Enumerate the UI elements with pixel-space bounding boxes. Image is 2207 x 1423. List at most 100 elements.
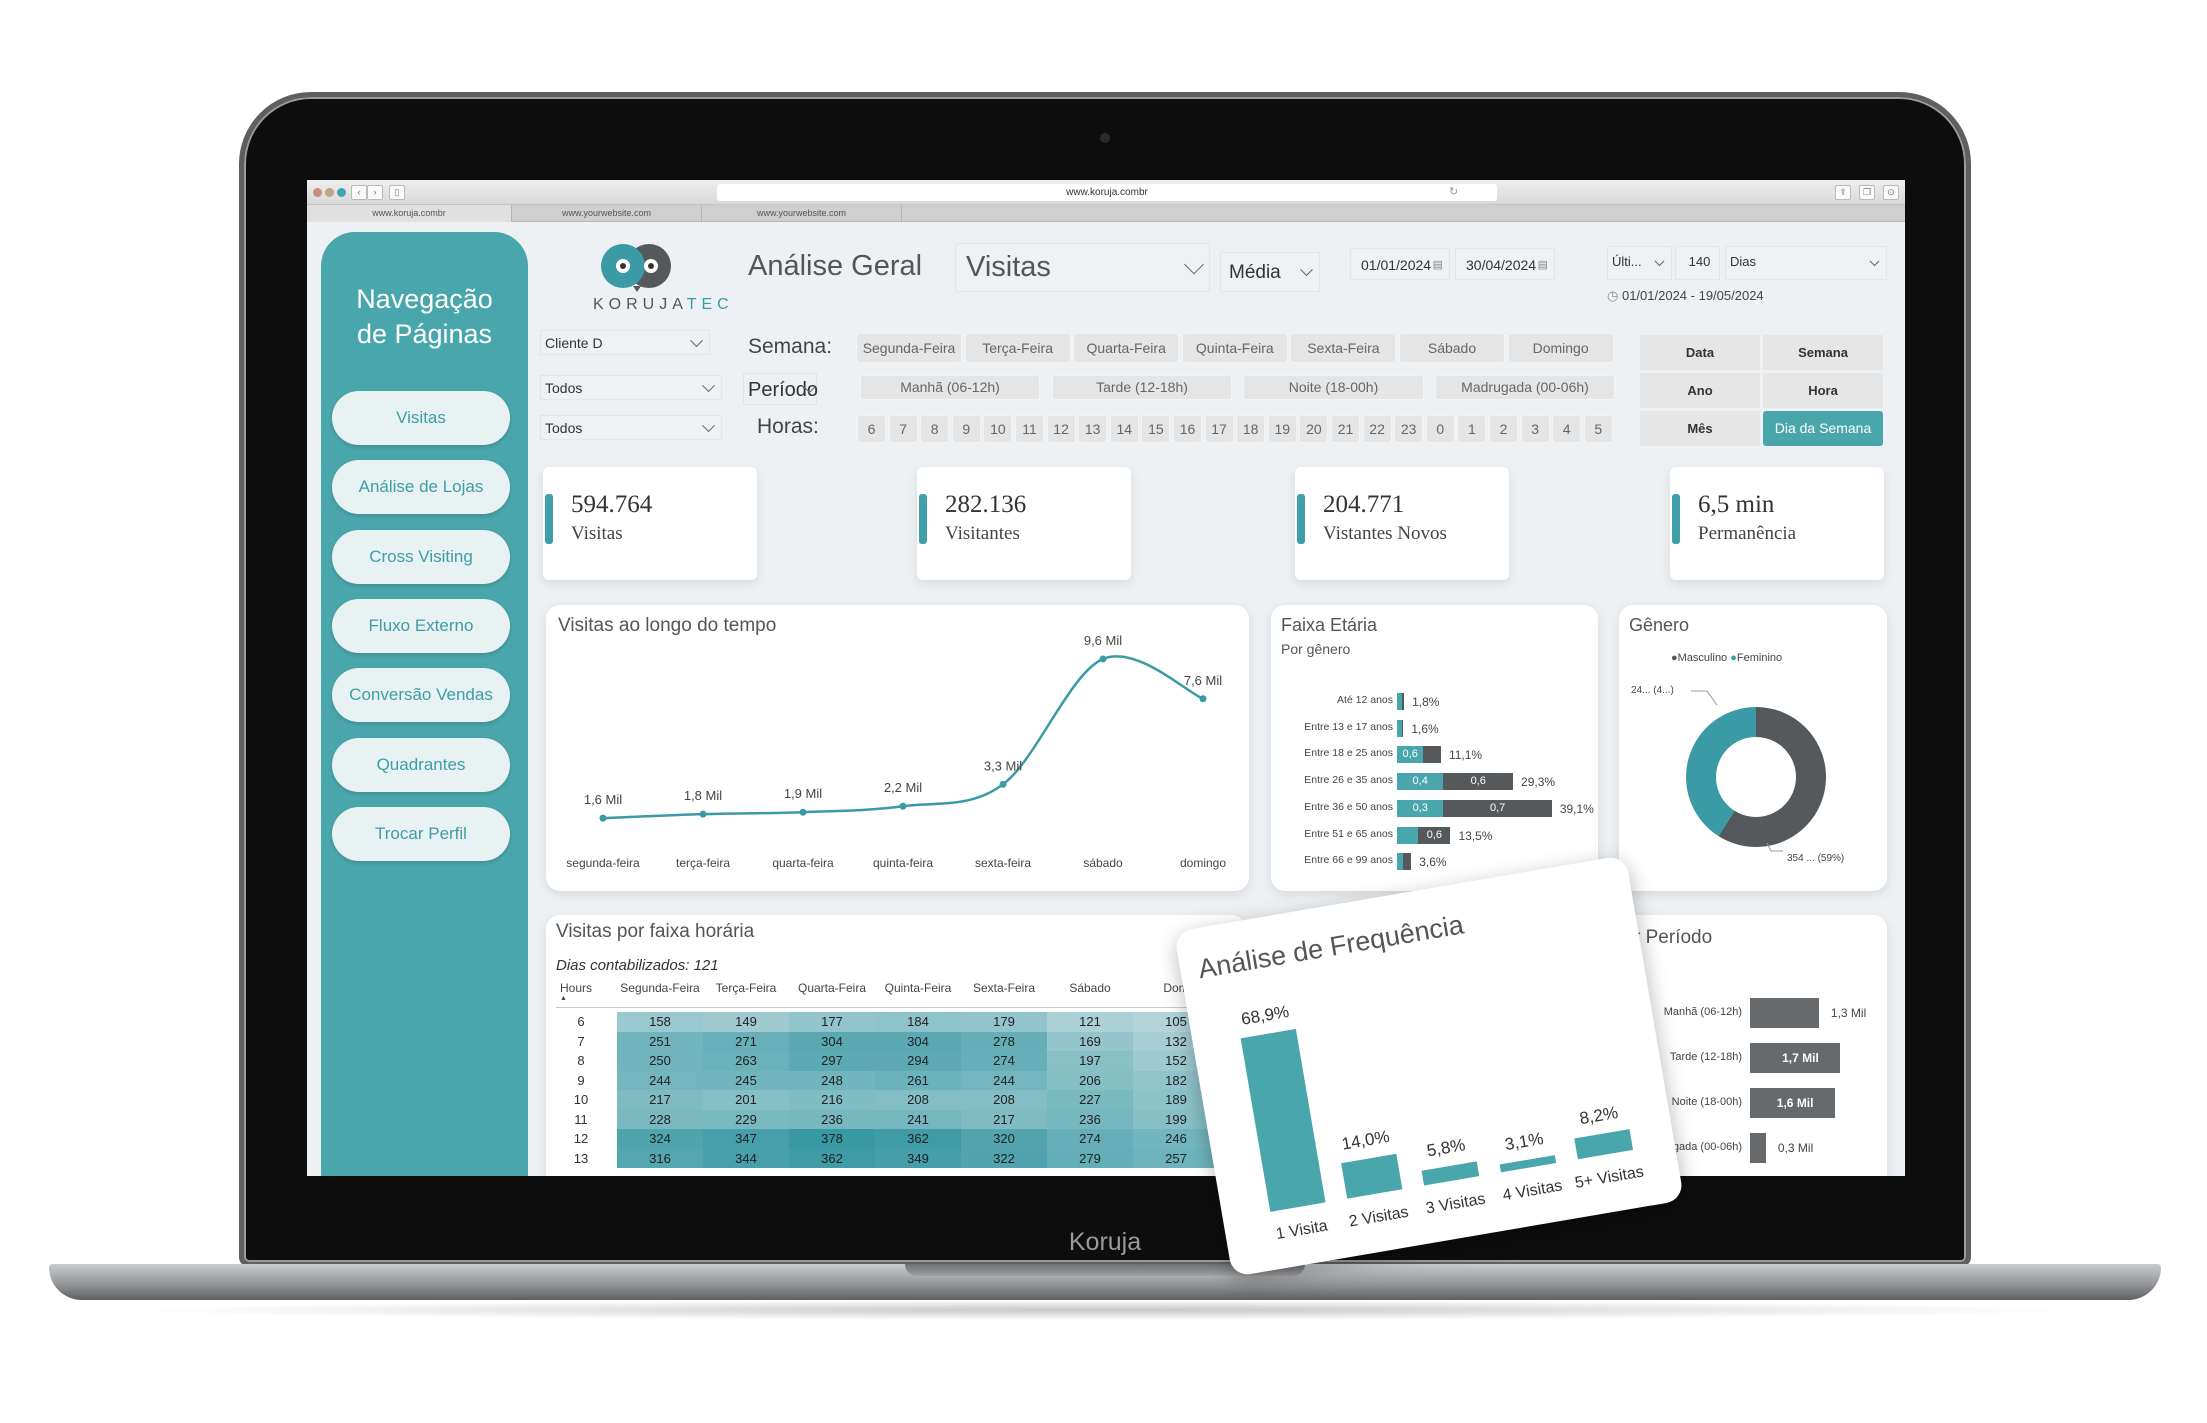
bar[interactable] <box>1240 1029 1326 1212</box>
heatmap-cell[interactable]: 228 <box>617 1109 703 1129</box>
maximize-window-icon[interactable] <box>337 188 346 197</box>
heatmap-cell[interactable]: 248 <box>789 1070 875 1090</box>
hour-filter-button[interactable]: 7 <box>888 415 918 443</box>
client-dropdown[interactable]: Cliente D <box>540 330 710 355</box>
granularity-button[interactable]: Semana <box>1763 335 1883 370</box>
column-header[interactable]: Sexta-Feira <box>961 981 1047 995</box>
heatmap-cell[interactable]: 236 <box>789 1109 875 1129</box>
heatmap-cell[interactable]: 121 <box>1047 1012 1133 1032</box>
forward-icon[interactable]: › <box>367 185 383 200</box>
heatmap-cell[interactable]: 279 <box>1047 1148 1133 1168</box>
relative-count-input[interactable]: 140 <box>1675 246 1720 280</box>
period-filter-button[interactable]: Noite (18-00h) <box>1243 375 1424 400</box>
bar-masculino[interactable]: 0,6 <box>1418 826 1451 844</box>
heatmap-cell[interactable]: 344 <box>703 1148 789 1168</box>
sidebar-item-fluxo-externo[interactable]: Fluxo Externo <box>332 598 510 653</box>
hour-filter-button[interactable]: 10 <box>983 415 1013 443</box>
end-date-input[interactable]: 30/04/2024 ▤ <box>1455 248 1555 280</box>
period-filter-button[interactable]: Madrugada (00-06h) <box>1435 375 1615 400</box>
calendar-icon[interactable]: ▤ <box>1538 249 1548 281</box>
tab[interactable]: www.yourwebsite.com <box>512 205 702 222</box>
heatmap-cell[interactable]: 197 <box>1047 1051 1133 1071</box>
data-point[interactable] <box>1199 695 1207 703</box>
hour-filter-button[interactable]: 5 <box>1583 415 1613 443</box>
heatmap-cell[interactable]: 261 <box>875 1070 961 1090</box>
heatmap-cell[interactable]: 179 <box>961 1012 1047 1032</box>
heatmap-cell[interactable]: 278 <box>961 1031 1047 1051</box>
bar-feminino[interactable]: 0,4 <box>1397 773 1444 791</box>
relative-unit-dropdown[interactable]: Dias <box>1725 246 1887 280</box>
hour-filter-button[interactable]: 15 <box>1141 415 1171 443</box>
hour-filter-button[interactable]: 23 <box>1394 415 1424 443</box>
granularity-button[interactable]: Hora <box>1763 373 1883 408</box>
periodo-dropdown[interactable]: Período <box>743 373 818 405</box>
heatmap-cell[interactable]: 208 <box>875 1090 961 1110</box>
bar-feminino[interactable]: 0,6 <box>1397 746 1424 764</box>
granularity-button[interactable]: Data <box>1640 335 1760 370</box>
heatmap-cell[interactable]: 263 <box>703 1051 789 1071</box>
hour-filter-button[interactable]: 9 <box>951 415 981 443</box>
heatmap-cell[interactable]: 257 <box>1133 1148 1219 1168</box>
data-point[interactable] <box>899 802 907 810</box>
heatmap-cell[interactable]: 324 <box>617 1129 703 1149</box>
hour-filter-button[interactable]: 16 <box>1173 415 1202 443</box>
heatmap-cell[interactable]: 208 <box>961 1090 1047 1110</box>
address-bar[interactable]: www.koruja.combr <box>717 184 1497 201</box>
granularity-button[interactable]: Dia da Semana <box>1763 411 1883 446</box>
heatmap-cell[interactable]: 320 <box>961 1129 1047 1149</box>
heatmap-cell[interactable]: 169 <box>1047 1031 1133 1051</box>
heatmap-cell[interactable]: 347 <box>703 1129 789 1149</box>
heatmap-cell[interactable]: 316 <box>617 1148 703 1168</box>
sidebar-item-cross-visiting[interactable]: Cross Visiting <box>332 529 510 584</box>
heatmap-cell[interactable]: 206 <box>1047 1070 1133 1090</box>
tab[interactable]: www.yourwebsite.com <box>702 205 902 222</box>
bar-feminino[interactable]: 0,3 <box>1397 799 1444 817</box>
bar-masculino[interactable]: 0,7 <box>1443 799 1552 817</box>
hour-filter-button[interactable]: 4 <box>1552 415 1582 443</box>
period-filter-button[interactable]: Manhã (06-12h) <box>860 375 1040 400</box>
hour-filter-button[interactable]: 13 <box>1078 415 1108 443</box>
minimize-window-icon[interactable] <box>325 188 334 197</box>
day-filter-button[interactable]: Sábado <box>1399 333 1505 363</box>
heatmap-cell[interactable]: 241 <box>875 1109 961 1129</box>
heatmap-cell[interactable]: 244 <box>961 1070 1047 1090</box>
hour-filter-button[interactable]: 19 <box>1267 415 1297 443</box>
heatmap-cell[interactable]: 362 <box>875 1129 961 1149</box>
heatmap-cell[interactable]: 304 <box>875 1031 961 1051</box>
day-filter-button[interactable]: Domingo <box>1507 333 1614 363</box>
bar[interactable] <box>1341 1154 1403 1199</box>
hour-filter-button[interactable]: 11 <box>1015 415 1044 443</box>
hour-filter-button[interactable]: 3 <box>1520 415 1550 443</box>
granularity-button[interactable]: Mês <box>1640 411 1760 446</box>
heatmap-cell[interactable]: 244 <box>617 1070 703 1090</box>
column-header[interactable]: Quinta-Feira <box>875 981 961 995</box>
bar[interactable] <box>1750 1133 1766 1163</box>
heatmap-cell[interactable]: 274 <box>961 1051 1047 1071</box>
heatmap-cell[interactable]: 251 <box>617 1031 703 1051</box>
heatmap-cell[interactable]: 245 <box>703 1070 789 1090</box>
data-point[interactable] <box>599 814 607 822</box>
hour-filter-button[interactable]: 21 <box>1331 415 1360 443</box>
hour-filter-button[interactable]: 12 <box>1046 415 1076 443</box>
download-icon[interactable]: ⊙ <box>1883 185 1899 200</box>
day-filter-button[interactable]: Quarta-Feira <box>1073 333 1180 363</box>
hour-filter-button[interactable]: 8 <box>920 415 950 443</box>
close-window-icon[interactable] <box>313 188 322 197</box>
heatmap-cell[interactable]: 378 <box>789 1129 875 1149</box>
sidebar-item-quadrantes[interactable]: Quadrantes <box>332 737 510 792</box>
heatmap-cell[interactable]: 227 <box>1047 1090 1133 1110</box>
bar-masculino[interactable]: 0,6 <box>1443 773 1514 791</box>
column-header[interactable]: Quarta-Feira <box>789 981 875 995</box>
day-filter-button[interactable]: Segunda-Feira <box>856 333 962 363</box>
aggregation-dropdown[interactable]: Média <box>1220 252 1320 292</box>
data-point[interactable] <box>799 808 807 816</box>
heatmap-cell[interactable]: 250 <box>617 1051 703 1071</box>
hour-filter-button[interactable]: 14 <box>1109 415 1139 443</box>
heatmap-cell[interactable]: 304 <box>789 1031 875 1051</box>
data-point[interactable] <box>999 780 1007 788</box>
heatmap-cell[interactable]: 217 <box>961 1109 1047 1129</box>
filter-dropdown-2[interactable]: Todos <box>540 375 722 400</box>
sidebar-item-visitas[interactable]: Visitas <box>332 391 510 445</box>
hour-filter-button[interactable]: 20 <box>1299 415 1329 443</box>
sidebar-toggle-icon[interactable]: ▯ <box>389 185 405 200</box>
